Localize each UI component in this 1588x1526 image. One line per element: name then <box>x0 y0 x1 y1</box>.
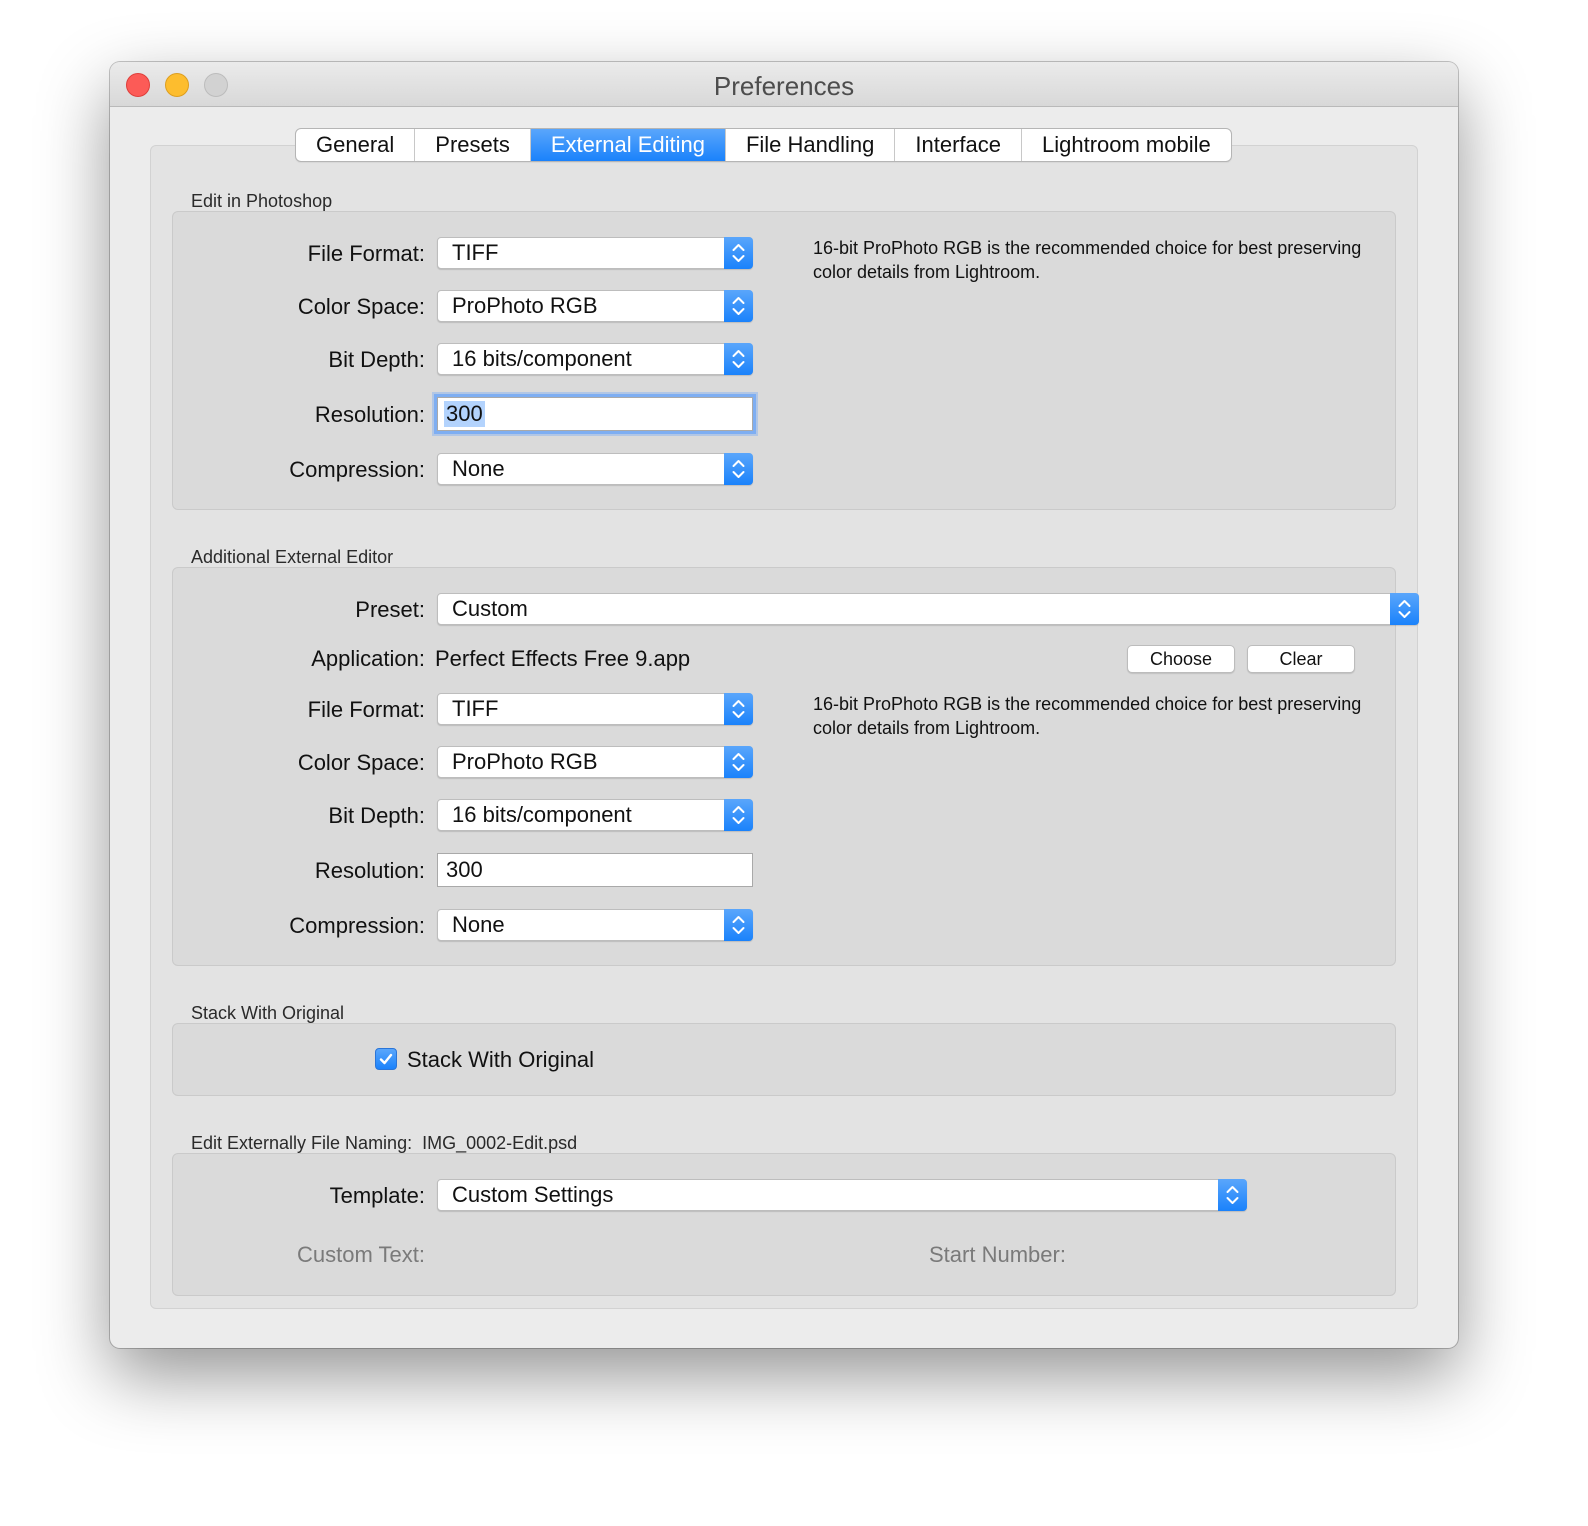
ps-bit-depth-value: 16 bits/component <box>452 346 632 371</box>
preferences-tab-bar: General Presets External Editing File Ha… <box>295 128 1232 162</box>
ext-file-format-select[interactable]: TIFF <box>437 693 753 725</box>
file-naming-group: Template: Custom Settings Custom Text: S… <box>172 1153 1396 1296</box>
ps-resolution-input[interactable]: 300 <box>437 397 753 431</box>
title-bar[interactable]: Preferences <box>110 62 1458 107</box>
preferences-window: Preferences General Presets External Edi… <box>110 62 1458 1348</box>
ps-resolution-value: 300 <box>444 401 485 427</box>
file-naming-heading-label: Edit Externally File Naming: <box>191 1133 413 1153</box>
ps-color-space-select[interactable]: ProPhoto RGB <box>437 290 753 322</box>
choose-application-button[interactable]: Choose <box>1127 645 1235 673</box>
ps-file-format-label: File Format: <box>307 241 425 266</box>
file-naming-example: IMG_0002-Edit.psd <box>422 1133 578 1153</box>
up-down-chevron-icon <box>724 799 753 831</box>
up-down-chevron-icon <box>1218 1179 1247 1211</box>
ext-bit-depth-value: 16 bits/component <box>452 802 632 827</box>
ext-file-format-label: File Format: <box>307 697 425 722</box>
stack-with-original-checkbox[interactable] <box>375 1048 397 1070</box>
tab-file-handling[interactable]: File Handling <box>726 129 896 161</box>
ps-compression-select[interactable]: None <box>437 453 753 485</box>
ext-bit-depth-select[interactable]: 16 bits/component <box>437 799 753 831</box>
ps-bit-depth-label: Bit Depth: <box>328 347 425 372</box>
up-down-chevron-icon <box>724 693 753 725</box>
ps-bit-depth-select[interactable]: 16 bits/component <box>437 343 753 375</box>
tab-lightroom-mobile[interactable]: Lightroom mobile <box>1022 129 1231 161</box>
ps-recommendation-hint: 16-bit ProPhoto RGB is the recommended c… <box>813 238 1362 282</box>
ext-compression-select[interactable]: None <box>437 909 753 941</box>
window-title: Preferences <box>713 71 855 101</box>
up-down-chevron-icon <box>724 909 753 941</box>
ext-compression-label: Compression: <box>289 913 425 938</box>
additional-external-editor-heading: Additional External Editor <box>191 547 394 567</box>
ps-color-space-label: Color Space: <box>297 294 425 319</box>
ext-resolution-value: 300 <box>446 857 483 882</box>
ps-file-format-value: TIFF <box>452 240 499 265</box>
template-value: Custom Settings <box>452 1182 614 1207</box>
ps-compression-label: Compression: <box>289 457 425 482</box>
ps-color-space-value: ProPhoto RGB <box>452 293 598 318</box>
ps-compression-value: None <box>452 456 505 481</box>
ext-preset-select[interactable]: Custom <box>437 593 1419 625</box>
up-down-chevron-icon <box>724 453 753 485</box>
file-naming-heading: Edit Externally File Naming: IMG_0002-Ed… <box>191 1133 577 1154</box>
tab-general[interactable]: General <box>296 129 416 161</box>
up-down-chevron-icon <box>1390 593 1419 625</box>
up-down-chevron-icon <box>724 746 753 778</box>
up-down-chevron-icon <box>724 343 753 375</box>
ext-color-space-select[interactable]: ProPhoto RGB <box>437 746 753 778</box>
tab-interface[interactable]: Interface <box>895 129 1022 161</box>
ext-resolution-input[interactable]: 300 <box>437 853 753 887</box>
custom-text-label: Custom Text: <box>297 1242 425 1267</box>
stack-with-original-group: Stack With Original <box>172 1023 1396 1096</box>
up-down-chevron-icon <box>724 290 753 322</box>
ext-application-label: Application: <box>311 646 425 671</box>
ps-file-format-select[interactable]: TIFF <box>437 237 753 269</box>
up-down-chevron-icon <box>724 237 753 269</box>
template-select[interactable]: Custom Settings <box>437 1179 1247 1211</box>
additional-external-editor-group: Preset: Custom Application: Perfect Effe… <box>172 567 1419 966</box>
ext-compression-value: None <box>452 912 505 937</box>
start-number-label: Start Number: <box>929 1242 1066 1267</box>
ps-resolution-label: Resolution: <box>314 402 425 427</box>
checkmark-icon <box>379 1053 393 1065</box>
edit-in-photoshop-group: File Format: TIFF Color Space: ProPhoto … <box>172 211 1396 510</box>
ext-preset-value: Custom <box>452 596 528 621</box>
clear-application-button[interactable]: Clear <box>1247 645 1355 673</box>
ext-file-format-value: TIFF <box>452 696 499 721</box>
ext-application-name: Perfect Effects Free 9.app <box>435 646 691 671</box>
tab-external-editing[interactable]: External Editing <box>530 129 726 161</box>
ext-bit-depth-label: Bit Depth: <box>328 803 425 828</box>
tab-presets[interactable]: Presets <box>415 129 531 161</box>
ext-preset-label: Preset: <box>355 597 425 622</box>
template-label: Template: <box>329 1183 425 1208</box>
ext-resolution-label: Resolution: <box>314 858 425 883</box>
edit-in-photoshop-heading: Edit in Photoshop <box>191 191 333 211</box>
ext-color-space-label: Color Space: <box>297 750 425 775</box>
stack-with-original-label[interactable]: Stack With Original <box>407 1047 594 1073</box>
ext-color-space-value: ProPhoto RGB <box>452 749 598 774</box>
ext-recommendation-hint: 16-bit ProPhoto RGB is the recommended c… <box>813 694 1362 738</box>
stack-with-original-heading: Stack With Original <box>191 1003 345 1023</box>
